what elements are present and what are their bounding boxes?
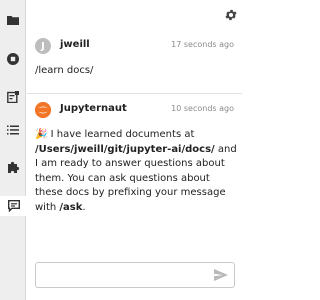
left-sidebar — [0, 0, 26, 300]
message-timestamp: 17 seconds ago — [171, 40, 234, 49]
chat-message-bot: Jupyternaut 10 seconds ago 🎉 I have lear… — [27, 102, 242, 232]
jupyter-logo-icon — [35, 102, 51, 118]
message-text: . — [82, 201, 86, 213]
extension-manager-tab[interactable] — [0, 157, 26, 177]
gear-icon[interactable] — [224, 8, 238, 22]
table-of-contents-icon — [7, 125, 19, 135]
message-divider — [27, 93, 242, 94]
chat-icon — [8, 200, 20, 212]
running-terminals-icon — [7, 91, 19, 103]
chat-input[interactable] — [36, 263, 201, 288]
avatar-letter: J — [41, 40, 45, 52]
message-text: I have learned documents at — [47, 129, 195, 140]
message-body: /learn docs/ — [35, 65, 94, 76]
chat-tab[interactable] — [0, 196, 26, 216]
running-sessions-tab[interactable] — [0, 49, 26, 69]
extension-puzzle-icon — [8, 161, 19, 173]
message-author: jweill — [60, 39, 90, 50]
file-browser-tab[interactable] — [0, 10, 26, 30]
message-body: 🎉 I have learned documents at /Users/jwe… — [35, 128, 237, 215]
commands-tab[interactable] — [0, 87, 26, 107]
send-icon[interactable] — [214, 269, 228, 281]
message-header: Jupyternaut 10 seconds ago — [35, 102, 234, 120]
chat-panel: J jweill 17 seconds ago /learn docs/ Jup… — [27, 0, 242, 300]
party-emoji: 🎉 — [35, 129, 48, 140]
stop-circle-icon — [7, 53, 19, 65]
table-of-contents-tab[interactable] — [0, 120, 26, 140]
message-header: J jweill 17 seconds ago — [35, 38, 234, 56]
message-author: Jupyternaut — [60, 103, 127, 114]
chat-message-user: J jweill 17 seconds ago /learn docs/ — [27, 38, 242, 88]
docs-path: /Users/jweill/git/jupyter-ai/docs/ — [35, 143, 215, 155]
folder-icon — [7, 16, 19, 25]
message-timestamp: 10 seconds ago — [171, 104, 234, 113]
avatar: J — [35, 38, 51, 54]
ask-command: /ask — [59, 201, 83, 213]
chat-input-box — [35, 262, 235, 288]
